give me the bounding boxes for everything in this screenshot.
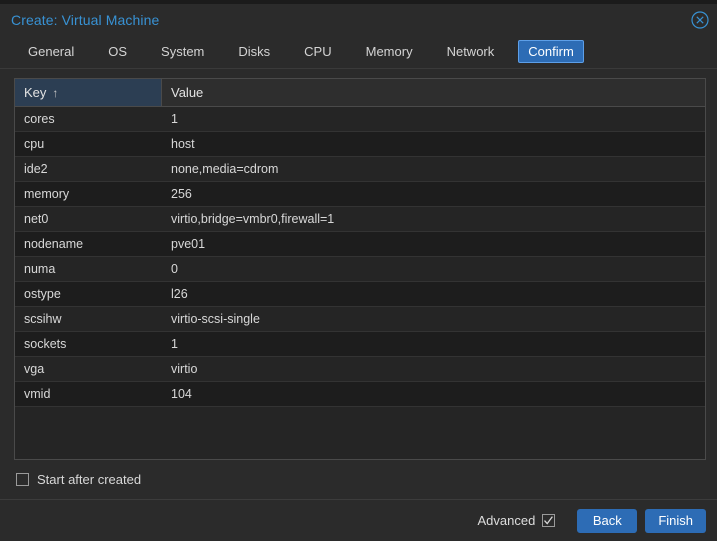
summary-table: Key ↑ Value cores 1 cpu host (14, 78, 706, 460)
cell-key: scsihw (15, 307, 162, 331)
cell-key: sockets (15, 332, 162, 356)
start-after-created-checkbox[interactable] (16, 473, 29, 486)
tab-network[interactable]: Network (437, 40, 505, 63)
start-after-created-option[interactable]: Start after created (14, 460, 706, 498)
column-header-value[interactable]: Value (162, 79, 705, 106)
dialog-titlebar: Create: Virtual Machine (0, 4, 717, 35)
tab-system[interactable]: System (151, 40, 214, 63)
tab-confirm[interactable]: Confirm (518, 40, 584, 63)
table-header-row: Key ↑ Value (15, 79, 705, 107)
cell-value: virtio (162, 357, 705, 381)
table-row[interactable]: scsihw virtio-scsi-single (15, 307, 705, 332)
cell-value: 256 (162, 182, 705, 206)
tab-general[interactable]: General (18, 40, 84, 63)
cell-value: 1 (162, 332, 705, 356)
table-row[interactable]: cpu host (15, 132, 705, 157)
cell-key: vmid (15, 382, 162, 406)
cell-value: host (162, 132, 705, 156)
start-after-created-label: Start after created (37, 472, 141, 487)
table-row[interactable]: vga virtio (15, 357, 705, 382)
dialog-footer: Advanced Back Finish (0, 499, 717, 541)
close-circle-icon[interactable] (691, 11, 709, 29)
cell-key: cpu (15, 132, 162, 156)
table-row[interactable]: vmid 104 (15, 382, 705, 407)
column-header-value-label: Value (171, 85, 203, 100)
cell-value: virtio,bridge=vmbr0,firewall=1 (162, 207, 705, 231)
advanced-checkbox[interactable] (542, 514, 555, 527)
tab-memory[interactable]: Memory (356, 40, 423, 63)
dialog-title: Create: Virtual Machine (11, 12, 159, 28)
table-row[interactable]: cores 1 (15, 107, 705, 132)
cell-key: cores (15, 107, 162, 131)
cell-key: net0 (15, 207, 162, 231)
table-row[interactable]: sockets 1 (15, 332, 705, 357)
table-row[interactable]: numa 0 (15, 257, 705, 282)
cell-key: memory (15, 182, 162, 206)
tab-disks[interactable]: Disks (228, 40, 280, 63)
wizard-tabs: General OS System Disks CPU Memory Netwo… (0, 35, 717, 69)
column-header-key-label: Key (24, 85, 46, 100)
cell-key: vga (15, 357, 162, 381)
finish-button[interactable]: Finish (645, 509, 706, 533)
tab-cpu[interactable]: CPU (294, 40, 341, 63)
cell-key: numa (15, 257, 162, 281)
advanced-label: Advanced (477, 513, 535, 528)
advanced-option[interactable]: Advanced (477, 513, 555, 528)
dialog-body: Key ↑ Value cores 1 cpu host (0, 69, 717, 499)
cell-value: 0 (162, 257, 705, 281)
screen: Create: Virtual Machine General OS Syste… (0, 0, 717, 541)
cell-value: l26 (162, 282, 705, 306)
sort-ascending-icon: ↑ (52, 87, 58, 99)
cell-key: nodename (15, 232, 162, 256)
create-virtual-machine-dialog: Create: Virtual Machine General OS Syste… (0, 4, 717, 541)
table-empty-area (15, 407, 705, 459)
table-row[interactable]: net0 virtio,bridge=vmbr0,firewall=1 (15, 207, 705, 232)
table-row[interactable]: memory 256 (15, 182, 705, 207)
table-rows: cores 1 cpu host ide2 none,media=cdrom m… (15, 107, 705, 407)
back-button[interactable]: Back (577, 509, 637, 533)
cell-value: none,media=cdrom (162, 157, 705, 181)
cell-value: 1 (162, 107, 705, 131)
tab-os[interactable]: OS (98, 40, 137, 63)
table-row[interactable]: ostype l26 (15, 282, 705, 307)
column-header-key[interactable]: Key ↑ (15, 79, 162, 106)
cell-key: ide2 (15, 157, 162, 181)
cell-value: 104 (162, 382, 705, 406)
table-row[interactable]: ide2 none,media=cdrom (15, 157, 705, 182)
cell-value: virtio-scsi-single (162, 307, 705, 331)
table-row[interactable]: nodename pve01 (15, 232, 705, 257)
cell-key: ostype (15, 282, 162, 306)
cell-value: pve01 (162, 232, 705, 256)
